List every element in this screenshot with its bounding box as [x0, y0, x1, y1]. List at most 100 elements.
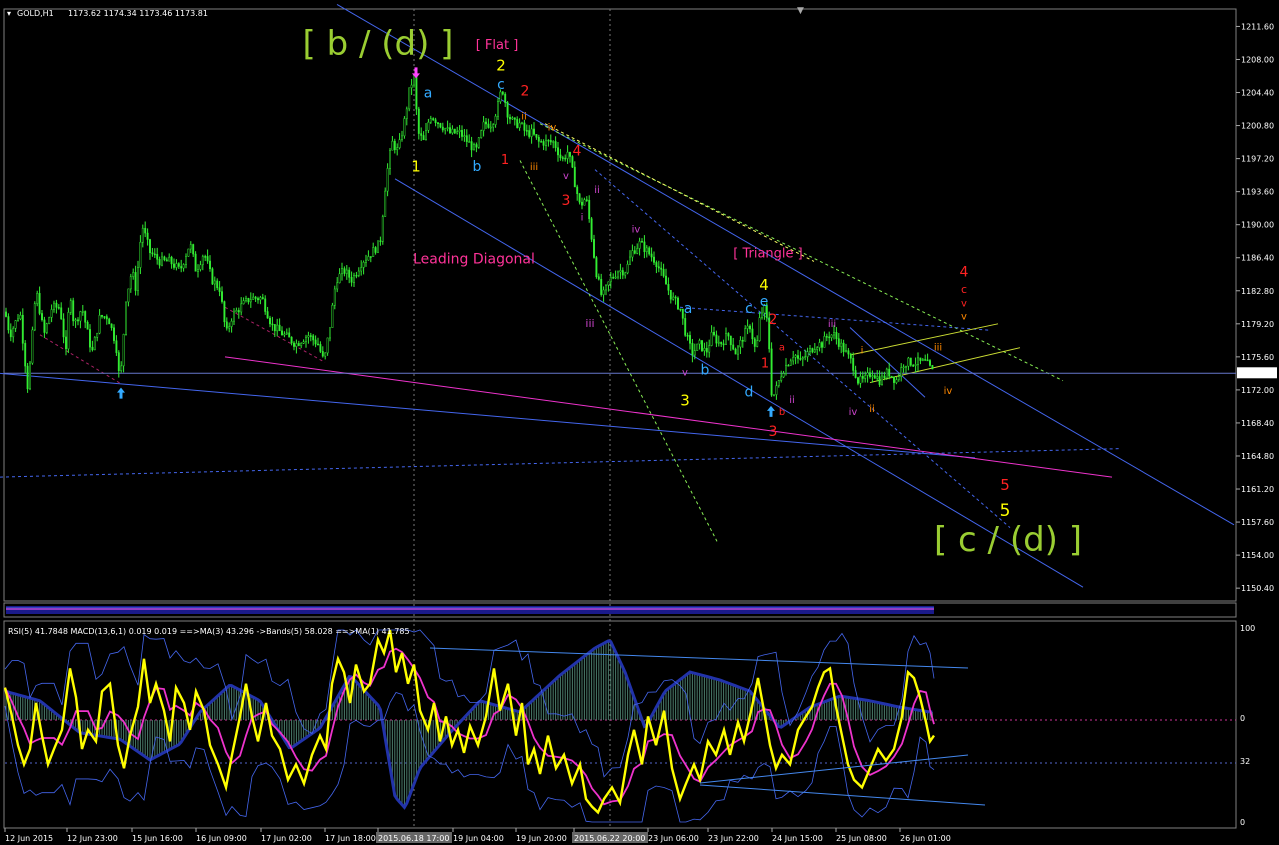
candle-body — [809, 348, 811, 353]
candle-body — [305, 336, 307, 342]
candle-body — [235, 310, 238, 313]
candle-body — [24, 343, 27, 367]
wave-label: iii — [934, 343, 942, 354]
candle-body — [470, 141, 473, 151]
candle-body — [893, 376, 895, 383]
time-axis[interactable]: 12 Jun 2015 12 Jun 23:00 15 Jun 16:00 16 Ju… — [4, 828, 951, 843]
candle-body — [77, 319, 79, 322]
candle-body — [482, 121, 485, 131]
scroll-marker-icon[interactable]: ▼ — [797, 6, 804, 16]
candle-body — [581, 201, 583, 206]
candle-body — [504, 93, 507, 103]
price-tick-label: 1186.40 — [1241, 254, 1274, 263]
price-tick-label: 1175.60 — [1241, 353, 1274, 362]
price-tick-label: 1200.80 — [1241, 122, 1274, 131]
candle-body — [917, 357, 919, 365]
candle-body — [98, 315, 101, 334]
candle-body — [756, 340, 759, 347]
price-tick-label: 1179.20 — [1241, 320, 1274, 329]
candle-body — [79, 311, 82, 322]
wave-label: 4 — [573, 143, 582, 159]
wave-label: iv — [944, 386, 953, 397]
candle-body — [494, 115, 497, 125]
candle-body — [473, 144, 475, 151]
candle-body — [619, 270, 622, 273]
candle-body — [693, 350, 696, 356]
candle-body — [225, 321, 228, 329]
trendline — [849, 327, 926, 398]
candle-body — [813, 349, 816, 353]
wave-label: a — [424, 85, 433, 101]
candle-body — [237, 310, 240, 313]
candle-body — [497, 101, 499, 117]
candle-body — [134, 272, 137, 291]
candle-body — [401, 135, 403, 140]
wave-label: iii — [585, 317, 594, 330]
candle-body — [881, 375, 883, 385]
candle-body — [113, 327, 115, 341]
wave-label: 3 — [680, 391, 690, 409]
candle-body — [283, 333, 286, 336]
candle-body — [307, 335, 310, 338]
candle-body — [55, 302, 58, 308]
candle-body — [914, 364, 917, 366]
wave-label: b — [779, 407, 785, 418]
candle-body — [36, 293, 39, 304]
wave-label: i — [581, 212, 584, 223]
candle-body — [717, 341, 720, 344]
wave-label: 5 — [1000, 476, 1010, 494]
indicator-tick-label: 100 — [1240, 624, 1255, 633]
price-tick-label: 1193.60 — [1241, 188, 1274, 197]
candle-body — [852, 358, 855, 371]
candle-body — [902, 366, 905, 369]
symbol-dropdown-icon[interactable]: ▾ — [7, 9, 11, 18]
candle-body — [861, 376, 864, 379]
candle-body — [386, 168, 389, 192]
candle-body — [355, 275, 358, 277]
candle-body — [57, 307, 60, 309]
wave-label: a — [779, 343, 785, 354]
candle-body — [876, 376, 879, 379]
candle-body — [801, 357, 804, 360]
chart-canvas[interactable]: [ b / (d) ][ Flat ]2ac 2iiiv1 b 1 iii4vii3iL… — [0, 0, 1279, 845]
candle-body — [816, 347, 819, 350]
candle-body — [50, 309, 53, 318]
candle-body — [415, 75, 418, 110]
wave-label: ii — [521, 111, 527, 122]
wave-label: b — [473, 159, 482, 175]
candle-body — [129, 276, 132, 290]
candle-body — [319, 344, 322, 352]
candle-body — [797, 355, 799, 359]
symbol-header[interactable]: GOLD,H1 — [17, 9, 54, 18]
candle-body — [439, 123, 442, 128]
candle-body — [835, 332, 838, 339]
candle-body — [288, 332, 291, 338]
candle-body — [566, 151, 569, 159]
candle-body — [281, 330, 283, 336]
candle-body — [785, 364, 787, 374]
candle-body — [353, 275, 355, 283]
candle-body — [864, 375, 867, 379]
wave-label: 1 — [761, 357, 769, 372]
candle-body — [590, 218, 593, 240]
candle-body — [708, 345, 711, 353]
candle-body — [900, 367, 903, 377]
candle-body — [897, 376, 900, 380]
candle-body — [477, 137, 480, 148]
candle-body — [247, 297, 250, 303]
candle-body — [705, 348, 708, 353]
candle-body — [108, 318, 111, 325]
price-axis[interactable]: 1211.60 1208.00 1204.40 1200.80 1197.20 1193.… — [1236, 22, 1274, 593]
candle-body — [909, 357, 912, 366]
candle-body — [420, 133, 423, 136]
candle-body — [722, 343, 725, 346]
candle-body — [216, 280, 219, 289]
price-tick-label: 1204.40 — [1241, 89, 1274, 98]
trading-chart[interactable]: [ b / (d) ][ Flat ] 2 a c 2 ii iv 1 b 1 iii 4 v ii 3 i L… — [0, 0, 1279, 845]
time-tick-label: 12 Jun 2015 — [5, 834, 53, 843]
candle-body — [449, 127, 451, 134]
candle-body — [228, 326, 231, 329]
candle-body — [177, 263, 180, 267]
candle-body — [931, 365, 934, 370]
candle-body — [132, 272, 135, 277]
